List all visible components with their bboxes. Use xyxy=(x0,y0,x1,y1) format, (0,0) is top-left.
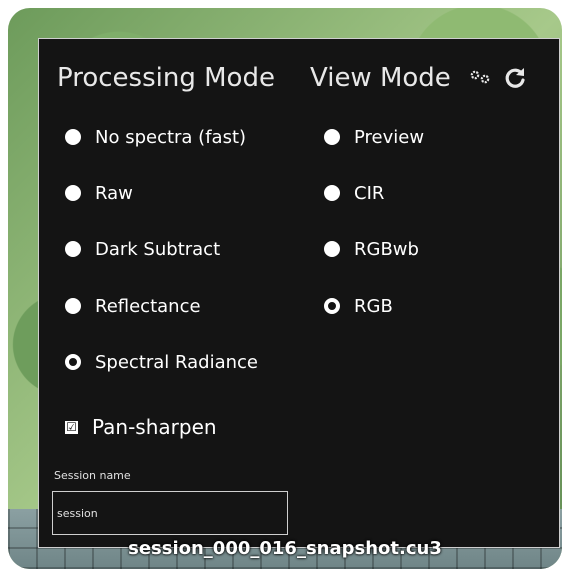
radio-label: RGB xyxy=(354,295,393,317)
radio-reflectance[interactable]: Reflectance xyxy=(65,291,201,321)
radio-label: Spectral Radiance xyxy=(95,351,259,373)
radio-raw[interactable]: Raw xyxy=(65,178,133,208)
checkbox-box: ☑ xyxy=(65,419,78,434)
radio-circle-selected xyxy=(65,354,81,370)
radio-label: Preview xyxy=(354,126,425,148)
radio-circle xyxy=(65,185,81,201)
radio-dark-subtract[interactable]: Dark Subtract xyxy=(65,234,220,264)
radio-circle xyxy=(324,185,340,201)
settings-panel: Processing Mode View Mode No spectra (fa… xyxy=(38,38,560,548)
radio-circle xyxy=(65,298,81,314)
radio-label: RGBwb xyxy=(354,238,419,260)
radio-circle xyxy=(324,129,340,145)
gears-icon[interactable] xyxy=(469,70,491,84)
background-image: Processing Mode View Mode No spectra (fa… xyxy=(8,8,562,569)
session-name-input[interactable] xyxy=(52,491,288,535)
radio-preview[interactable]: Preview xyxy=(324,122,424,152)
snapshot-filename: session_000_016_snapshot.cu3 xyxy=(128,538,442,559)
radio-label: CIR xyxy=(354,182,385,204)
session-name-label: Session name xyxy=(54,469,131,482)
radio-spectral-radiance[interactable]: Spectral Radiance xyxy=(65,347,258,377)
radio-rgbwb[interactable]: RGBwb xyxy=(324,234,419,264)
pan-sharpen-checkbox[interactable]: ☑ Pan-sharpen xyxy=(65,415,217,439)
radio-circle xyxy=(65,241,81,257)
radio-label: Raw xyxy=(95,182,133,204)
radio-label: No spectra (fast) xyxy=(95,126,247,148)
radio-label: Reflectance xyxy=(95,295,201,317)
radio-circle-selected xyxy=(324,298,340,314)
checkbox-label: Pan-sharpen xyxy=(92,415,217,439)
refresh-icon[interactable] xyxy=(503,66,527,90)
radio-rgb[interactable]: RGB xyxy=(324,291,393,321)
radio-label: Dark Subtract xyxy=(95,238,221,260)
radio-circle xyxy=(65,129,81,145)
radio-cir[interactable]: CIR xyxy=(324,178,384,208)
radio-no-spectra[interactable]: No spectra (fast) xyxy=(65,122,246,152)
radio-circle xyxy=(324,241,340,257)
processing-mode-title: Processing Mode xyxy=(57,63,275,93)
view-mode-title: View Mode xyxy=(310,63,451,93)
